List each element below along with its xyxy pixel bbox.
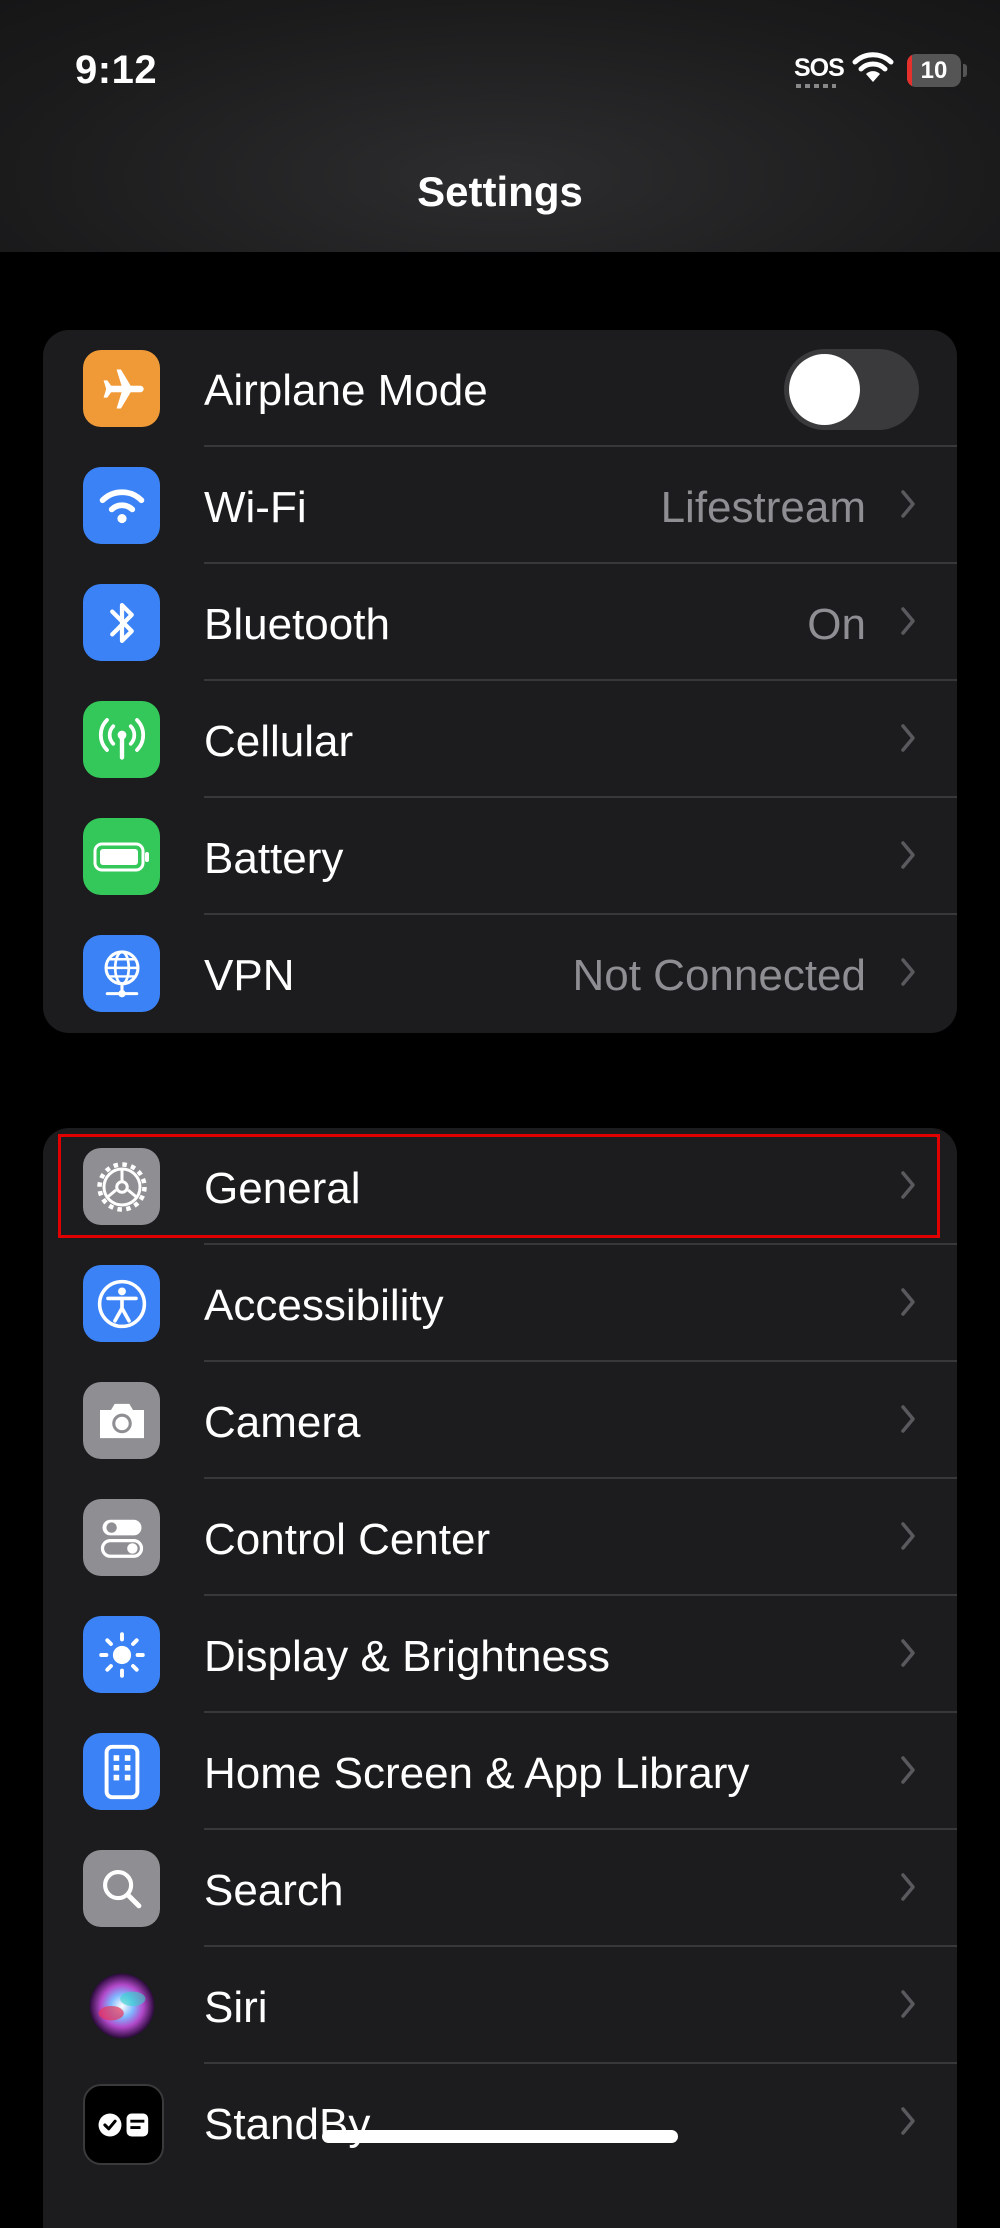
- battery-percent: 10: [920, 57, 948, 84]
- chevron-right-icon: [900, 2106, 916, 2141]
- chevron-right-icon: [900, 1872, 916, 1907]
- vpn-globe-icon: [83, 935, 160, 1012]
- chevron-right-icon: [900, 489, 916, 524]
- settings-row-label: Wi-Fi: [204, 483, 307, 532]
- navigation-header: 9:12 SOS 10 Settings: [0, 0, 1000, 252]
- settings-row-label: Home Screen & App Library: [204, 1749, 750, 1798]
- settings-row-display-brightness[interactable]: Display & Brightness: [43, 1596, 957, 1713]
- siri-icon: [83, 1967, 160, 2044]
- battery-icon: [83, 818, 160, 895]
- cellular-antenna-icon: [83, 701, 160, 778]
- wifi-status-icon: [852, 52, 894, 89]
- settings-row-airplane-mode[interactable]: Airplane Mode: [43, 330, 957, 447]
- battery-tip: [963, 64, 967, 77]
- settings-row-label: Search: [204, 1866, 344, 1915]
- status-time: 9:12: [75, 48, 158, 92]
- system-settings-group: General Accessibility Camera Control Cen…: [43, 1128, 957, 2228]
- airplane-mode-toggle[interactable]: [784, 349, 919, 430]
- settings-row-cellular[interactable]: Cellular: [43, 681, 957, 798]
- settings-row-battery[interactable]: Battery: [43, 798, 957, 915]
- settings-row-standby[interactable]: StandBy: [43, 2064, 957, 2181]
- settings-row-value: On: [807, 600, 866, 649]
- settings-row-label: Control Center: [204, 1515, 491, 1564]
- camera-icon: [83, 1382, 160, 1459]
- sun-icon: [83, 1616, 160, 1693]
- home-indicator[interactable]: [322, 2130, 678, 2143]
- settings-row-vpn[interactable]: VPN Not Connected: [43, 915, 957, 1032]
- settings-row-label: Display & Brightness: [204, 1632, 610, 1681]
- settings-row-label: VPN: [204, 951, 295, 1000]
- chevron-right-icon: [900, 1638, 916, 1673]
- settings-row-value: Lifestream: [660, 483, 866, 532]
- signal-dots-icon: [796, 84, 836, 88]
- search-icon: [83, 1850, 160, 1927]
- toggle-knob: [789, 354, 860, 425]
- wifi-icon: [83, 467, 160, 544]
- chevron-right-icon: [900, 1287, 916, 1322]
- control-center-icon: [83, 1499, 160, 1576]
- airplane-icon: [83, 350, 160, 427]
- settings-row-control-center[interactable]: Control Center: [43, 1479, 957, 1596]
- home-screen-icon: [83, 1733, 160, 1810]
- standby-icon: [83, 2084, 164, 2165]
- settings-row-label: Camera: [204, 1398, 361, 1447]
- chevron-right-icon: [900, 1755, 916, 1790]
- settings-row-siri[interactable]: Siri: [43, 1947, 957, 2064]
- general-highlight-box: [58, 1134, 940, 1238]
- settings-row-search[interactable]: Search: [43, 1830, 957, 1947]
- connectivity-group: Airplane Mode Wi-Fi Lifestream Bluetooth…: [43, 330, 957, 1033]
- chevron-right-icon: [900, 840, 916, 875]
- settings-row-label: Battery: [204, 834, 344, 883]
- sos-indicator: SOS: [794, 54, 845, 82]
- chevron-right-icon: [900, 723, 916, 758]
- settings-row-label: Bluetooth: [204, 600, 390, 649]
- accessibility-icon: [83, 1265, 160, 1342]
- settings-row-label: Cellular: [204, 717, 354, 766]
- settings-row-label: Airplane Mode: [204, 366, 488, 415]
- page-title: Settings: [417, 168, 583, 215]
- settings-row-bluetooth[interactable]: Bluetooth On: [43, 564, 957, 681]
- settings-row-accessibility[interactable]: Accessibility: [43, 1245, 957, 1362]
- chevron-right-icon: [900, 1404, 916, 1439]
- settings-row-value: Not Connected: [572, 951, 866, 1000]
- settings-row-label: Accessibility: [204, 1281, 444, 1330]
- chevron-right-icon: [900, 1989, 916, 2024]
- chevron-right-icon: [900, 606, 916, 641]
- settings-row-home-screen[interactable]: Home Screen & App Library: [43, 1713, 957, 1830]
- chevron-right-icon: [900, 957, 916, 992]
- settings-row-label: Siri: [204, 1983, 268, 2032]
- battery-status-icon: 10: [907, 54, 961, 87]
- bluetooth-icon: [83, 584, 160, 661]
- settings-row-wifi[interactable]: Wi-Fi Lifestream: [43, 447, 957, 564]
- chevron-right-icon: [900, 1521, 916, 1556]
- settings-row-camera[interactable]: Camera: [43, 1362, 957, 1479]
